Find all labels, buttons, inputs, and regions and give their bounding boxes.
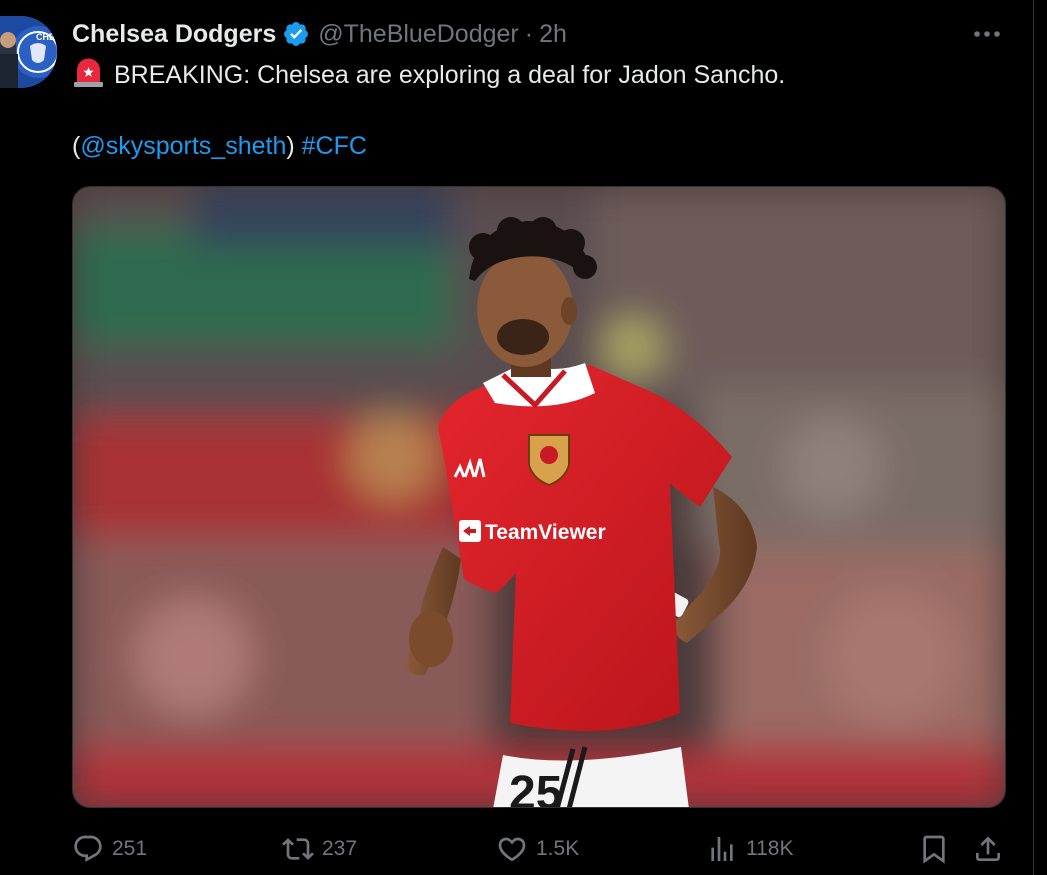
header-separator: · (524, 19, 534, 48)
views-count: 118K (746, 837, 794, 860)
siren-emoji-icon (72, 58, 105, 88)
like-button[interactable]: 1.5K (496, 830, 579, 868)
repost-count: 237 (322, 837, 358, 860)
like-count: 1.5K (536, 837, 580, 860)
repost-icon (282, 838, 314, 860)
shirt-sponsor-text: TeamViewer (485, 521, 606, 544)
tweet-action-bar: 251 237 1.5K 118K (72, 830, 1006, 870)
tweet-header: Chelsea Dodgers @TheBlueDodger · 2h (72, 18, 567, 50)
verified-badge-icon[interactable] (282, 20, 310, 48)
svg-text:CHE: CHE (36, 32, 55, 42)
hashtag-link[interactable]: #CFC (302, 132, 367, 160)
bookmark-button[interactable] (918, 830, 958, 868)
reply-icon (74, 835, 102, 862)
author-handle[interactable]: @TheBlueDodger (318, 20, 519, 49)
mention-link[interactable]: @skysports_sheth (80, 132, 286, 160)
paren-close: ) (286, 132, 295, 160)
share-button[interactable] (972, 830, 1012, 868)
author-display-name[interactable]: Chelsea Dodgers (72, 20, 276, 49)
analytics-icon (711, 837, 733, 861)
tweet-timestamp[interactable]: 2h (539, 20, 567, 49)
tweet-text-line-2: (@skysports_sheth) #CFC (72, 130, 367, 162)
heart-icon (498, 837, 526, 862)
tweet-text-breaking: BREAKING: Chelsea are exploring a deal f… (114, 61, 786, 89)
tweet-text-line-1: BREAKING: Chelsea are exploring a deal f… (72, 58, 785, 91)
reply-count: 251 (112, 837, 148, 860)
repost-button[interactable]: 237 (282, 830, 357, 868)
views-button[interactable]: 118K (706, 830, 794, 868)
shirt-number-text: 25 (509, 767, 562, 808)
tweet-card[interactable]: CHE Chelsea Dodgers @TheBlueDodger · 2h (0, 0, 1034, 875)
share-icon (976, 836, 1000, 861)
bookmark-icon (923, 835, 945, 864)
author-avatar[interactable]: CHE (0, 16, 57, 88)
tweet-media-photo[interactable]: TeamViewer 25 (72, 186, 1006, 808)
more-options-icon[interactable] (971, 20, 1003, 48)
reply-button[interactable]: 251 (72, 830, 147, 868)
